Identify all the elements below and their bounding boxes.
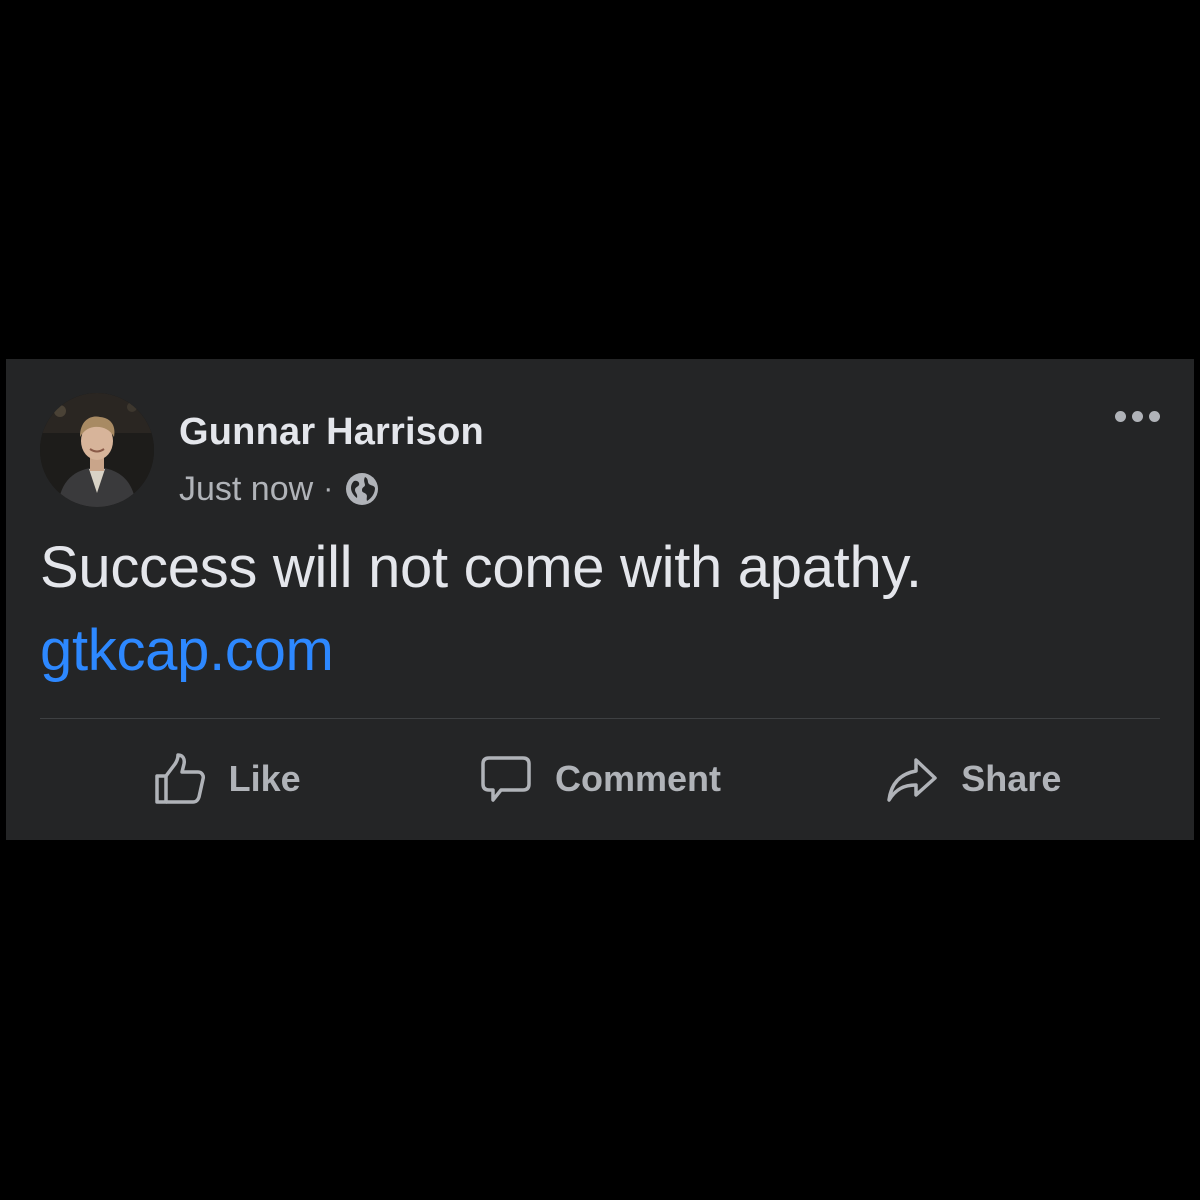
speech-bubble-icon xyxy=(481,756,531,802)
divider xyxy=(40,718,1160,719)
share-arrow-icon xyxy=(887,758,938,802)
post-meta: Just now · xyxy=(179,469,379,509)
timestamp[interactable]: Just now xyxy=(179,470,313,509)
comment-label: Comment xyxy=(554,758,721,799)
avatar[interactable] xyxy=(40,393,154,507)
like-label: Like xyxy=(228,758,301,799)
share-label: Share xyxy=(961,758,1062,799)
author-name[interactable]: Gunnar Harrison xyxy=(179,411,484,454)
more-options-icon[interactable] xyxy=(1115,411,1160,422)
avatar-photo xyxy=(40,393,154,507)
globe-icon[interactable] xyxy=(345,472,379,506)
post-text: Success will not come with apathy. xyxy=(40,535,922,600)
thumbs-up-icon xyxy=(154,753,205,804)
meta-separator: · xyxy=(323,472,334,505)
share-button[interactable]: Share xyxy=(787,739,1160,819)
post-link[interactable]: gtkcap.com xyxy=(40,617,334,684)
comment-button[interactable]: Comment xyxy=(413,739,786,819)
like-button[interactable]: Like xyxy=(40,739,413,819)
action-bar: Like Comment Share xyxy=(40,739,1160,819)
post-card: Gunnar Harrison Just now · Success will … xyxy=(6,359,1194,840)
